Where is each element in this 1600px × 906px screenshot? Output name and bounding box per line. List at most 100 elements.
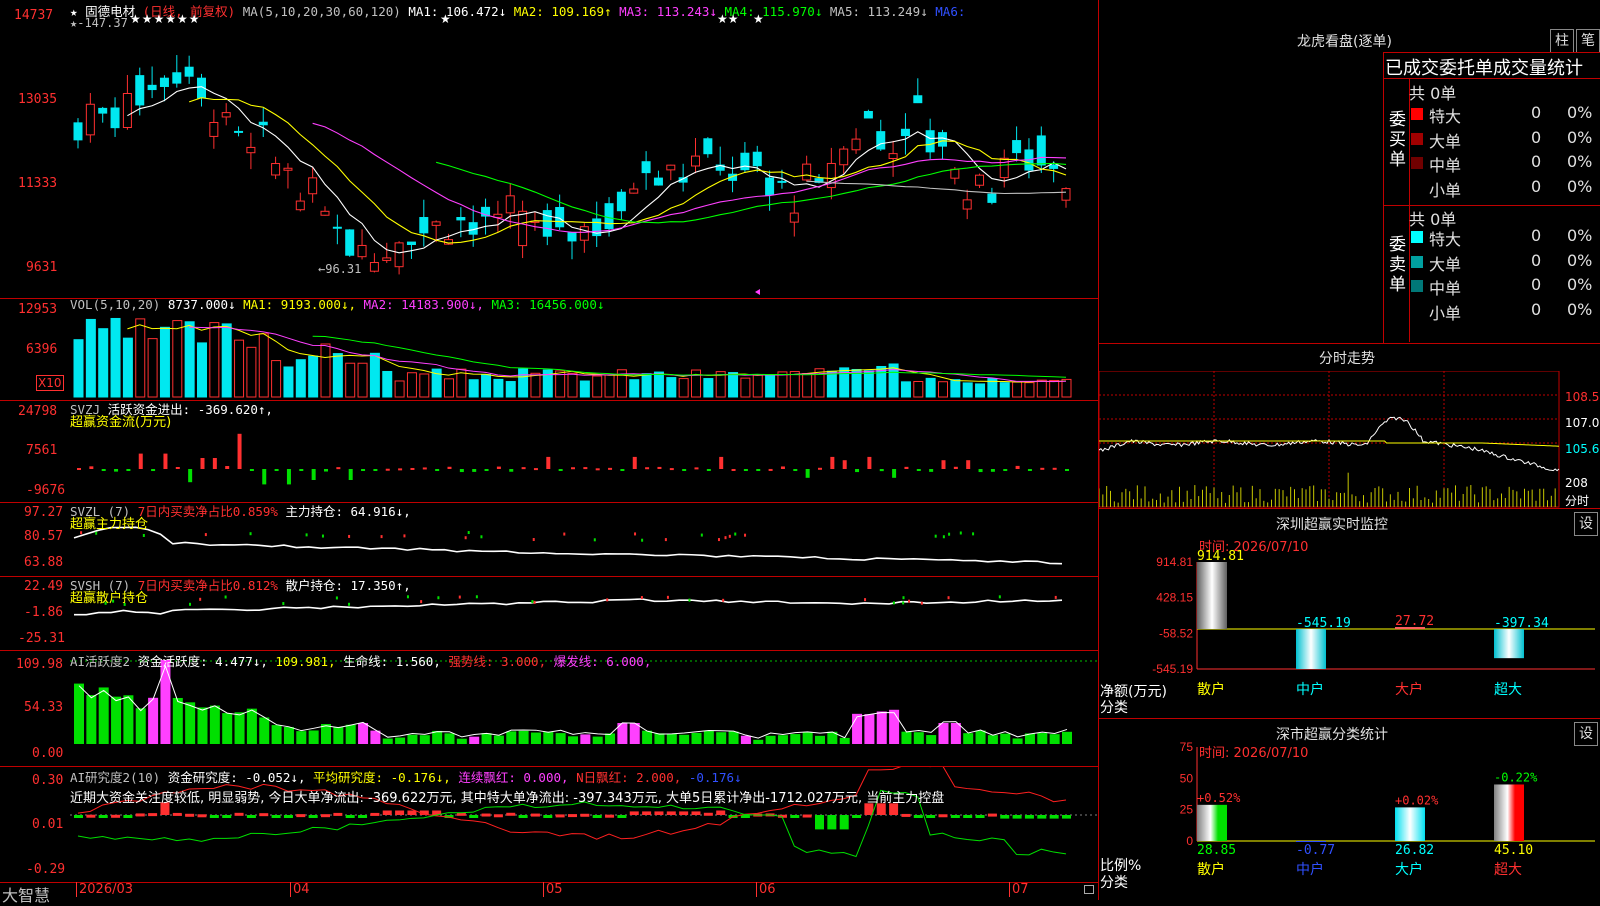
candle-body <box>135 75 145 106</box>
svzj-bar <box>212 458 217 469</box>
svzj-bar <box>126 469 131 471</box>
vol-bar <box>468 379 479 398</box>
svzj-bar <box>941 460 946 469</box>
vol-bar <box>481 374 492 398</box>
sz-stats-panel[interactable]: 深市超赢分类统计 设 时间: 2026/07/10 75 50 25 0 +0.52% 2… <box>1099 718 1600 901</box>
lock-icon[interactable] <box>1084 885 1094 894</box>
sz-stats-chart[interactable]: 75 50 25 0 +0.52% 28.85 散户 -0.77 中户 +0.02% 26.82 大户… <box>1099 719 1600 901</box>
huoyue-bar <box>716 732 727 744</box>
svzj-bar <box>805 469 810 478</box>
vol-bar <box>666 377 677 398</box>
vol-bar <box>925 377 936 398</box>
huoyue-bar <box>629 723 640 744</box>
vol-bar <box>678 378 689 398</box>
kline-chart[interactable] <box>0 0 1098 298</box>
yanjiu-bar <box>1000 815 1010 819</box>
svzj-bar <box>361 469 366 471</box>
szs-bar <box>1395 807 1425 841</box>
kline-panel[interactable]: 14737 13035 11333 9631 ★ 固德电材 (日线, 前复权) … <box>0 0 1098 299</box>
low-mark: ←96.31 <box>318 262 362 276</box>
vol-bar <box>814 368 825 398</box>
x-tick: 05 <box>543 882 563 897</box>
svzj-bar <box>410 467 415 470</box>
pen-mode-button[interactable]: 笔 <box>1576 29 1600 53</box>
yanjiu-ytick: 0.30 <box>32 773 64 788</box>
svzj-bar <box>916 469 921 471</box>
candle-body <box>357 244 367 258</box>
vol-ytick: 6396 <box>26 342 58 357</box>
candle-body <box>752 151 762 167</box>
svzl-line-tick <box>728 534 731 538</box>
svzj-bar <box>694 467 699 470</box>
buy-total: 共 0单 <box>1409 84 1457 103</box>
szs-value-label: -0.77 <box>1296 843 1335 858</box>
ai-huoyue-panel[interactable]: 109.98 54.33 0.00 AI活跃度2 资金活跃度: 4.477↓, … <box>0 651 1098 767</box>
yanjiu-bar <box>506 812 516 816</box>
svzl-line-tick <box>563 532 566 536</box>
huoyue-bar <box>555 733 566 744</box>
vol-bar <box>320 343 331 398</box>
vol-bar <box>295 359 306 398</box>
sell-row-color-swatch <box>1411 231 1423 243</box>
ai-yanjiu-panel[interactable]: 0.30 0.01 -0.29 AI研究度2(10) 资金研究度: -0.052… <box>0 767 1098 882</box>
vol-panel[interactable]: 12953 6396 X10 VOL(5,10,20) 8737.000↓ MA… <box>0 299 1098 401</box>
svzj-bar <box>237 433 242 469</box>
svzl-panel[interactable]: 97.27 80.57 63.88 SVZL (7) 7日内买卖净占比0.859… <box>0 503 1098 577</box>
szs-value-label: 28.85 <box>1197 843 1236 858</box>
huoyue-bar <box>740 735 751 744</box>
svzj-bar <box>645 467 650 470</box>
fenshi-chart[interactable] <box>1099 371 1600 508</box>
szs-bar <box>1296 841 1326 842</box>
svzj-bar <box>682 469 687 471</box>
marker-stars: ★★★★★★ <box>130 12 201 26</box>
svzj-bar <box>200 458 205 469</box>
ma-line <box>806 180 1067 195</box>
svzj-bar <box>286 469 291 485</box>
svzj-bar <box>929 469 934 472</box>
svzj-bar <box>818 467 822 470</box>
svzl-line-tick <box>959 531 962 535</box>
candle-body <box>419 217 429 234</box>
buy-row-count: 0 <box>1531 103 1542 122</box>
huoyue-bar <box>839 737 850 744</box>
sz-monitor-panel[interactable]: 深圳超赢实时监控 设 时间: 2026/07/10 914.81 428.15 -5… <box>1099 508 1600 719</box>
kline-ytick: 13035 <box>18 92 58 107</box>
yanjiu-field: 资金研究度: <box>167 770 238 785</box>
svzj-panel[interactable]: 24798 7561 -9676 SVZJ 活跃资金进出: -369.620↑,… <box>0 401 1098 503</box>
sz-monitor-chart[interactable]: 914.81 428.15 -58.52 -545.19 914.81 散户 -545.19… <box>1099 509 1600 719</box>
svzl-line-tick <box>380 535 383 539</box>
fenshi-unit: 分时 <box>1565 494 1590 508</box>
svsh-line-tick <box>920 601 923 605</box>
svzj-bar <box>484 469 489 471</box>
huoyue-bar <box>456 738 467 744</box>
candle-body <box>802 163 812 181</box>
svzl-line-tick <box>942 535 945 539</box>
huoyue-bar <box>728 731 739 744</box>
svzl-line-tick <box>321 534 324 538</box>
svsh-line-tick <box>224 595 227 599</box>
huoyue-bar <box>493 735 504 744</box>
vol-bar <box>579 380 590 398</box>
vol-bar <box>122 337 133 398</box>
szs-ytick: 50 <box>1180 771 1194 785</box>
candle-body <box>184 66 194 77</box>
svzj-bar <box>101 469 106 471</box>
svsh-panel[interactable]: 22.49 -1.86 -25.31 SVSH (7) 7日内买卖净占比0.81… <box>0 577 1098 651</box>
bar-mode-button[interactable]: 柱 <box>1550 29 1574 53</box>
fenshi-vol-label: 208 <box>1565 476 1588 490</box>
vol-chart[interactable] <box>0 299 1098 400</box>
yanjiu-bar <box>259 813 269 817</box>
svzj-bar <box>188 469 193 483</box>
svsh-field2: 散户持仓: <box>285 578 343 593</box>
yanjiu-bar <box>283 815 293 818</box>
svsh-line-tick <box>199 597 202 601</box>
sell-row-pct: 0% <box>1567 275 1593 294</box>
svzl-line-tick <box>734 532 737 536</box>
svsh-line-tick <box>666 595 669 599</box>
svzj-bar <box>521 467 526 470</box>
vol-bar <box>962 382 973 398</box>
huoyue-bar <box>530 732 541 744</box>
fenshi-panel[interactable]: 分时走势 108.5 107.0 105.6 208 分时 <box>1099 344 1600 508</box>
yanjiu-bar <box>185 813 195 817</box>
svzl-ytick: 63.88 <box>24 555 64 570</box>
